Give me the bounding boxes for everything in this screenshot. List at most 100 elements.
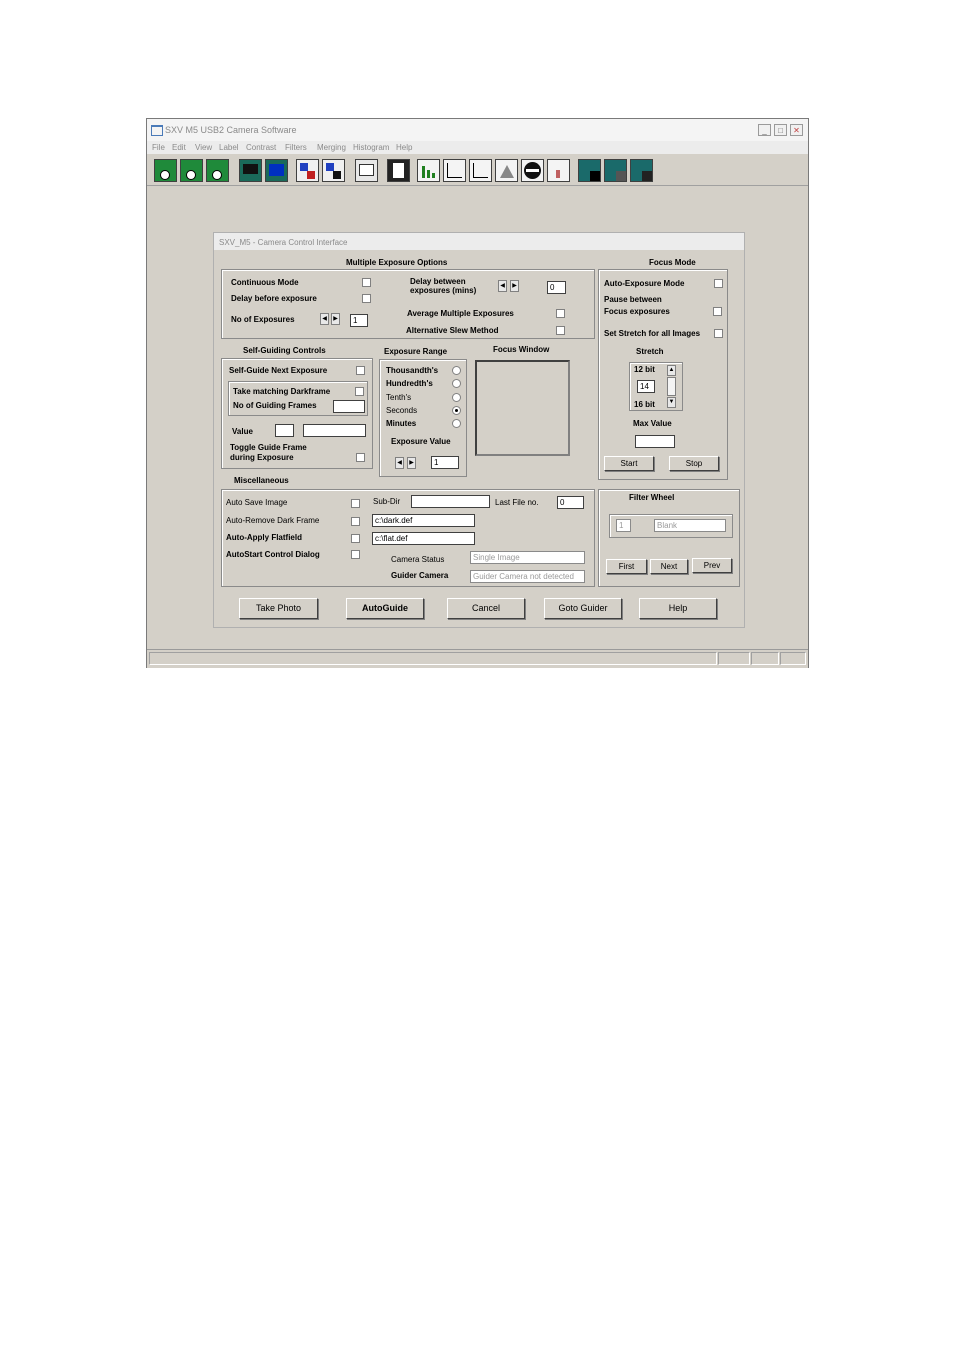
curve-icon[interactable] [443,159,466,182]
take-photo-button[interactable]: Take Photo [239,598,318,619]
tile-icon[interactable] [578,159,601,182]
toggle-guide-label: Toggle Guide Frame [230,443,307,452]
bit-depth-input[interactable]: 14 [637,380,655,393]
exposure-option-label: Hundredth's [386,379,433,388]
menu-label[interactable]: Label [219,143,239,152]
exposure-value-label: Exposure Value [391,437,451,446]
take-matching-label: Take matching Darkframe [233,387,331,396]
continuous-mode-label: Continuous Mode [231,278,299,287]
help-button[interactable]: Help [639,598,717,619]
close-icon[interactable]: ✕ [790,124,803,136]
exposure-value-input[interactable]: 1 [431,456,459,469]
average-multiple-checkbox[interactable] [556,309,565,318]
bit12-label: 12 bit [634,365,655,374]
menu-file[interactable]: File [152,143,165,152]
filter-position-field[interactable]: 1 [616,519,631,532]
gamma-curve-icon[interactable] [469,159,492,182]
cancel-button[interactable]: Cancel [447,598,525,619]
delay-increment-button[interactable]: ▶ [510,280,519,292]
filter-prev-button[interactable]: Prev [692,558,732,573]
toolbar [147,155,808,186]
monitor-blue-icon[interactable] [265,159,288,182]
start-button[interactable]: Start [604,456,654,471]
filter-first-button[interactable]: First [606,559,647,574]
circle-filter-icon[interactable] [521,159,544,182]
tile-icon[interactable] [630,159,653,182]
camera-download-icon[interactable] [206,159,229,182]
self-guide-next-checkbox[interactable] [356,366,365,375]
histogram-small-icon[interactable] [547,159,570,182]
title-bar: SXV M5 USB2 Camera Software _ □ ✕ [147,119,808,142]
tile-icon[interactable] [604,159,627,182]
set-stretch-checkbox[interactable] [714,329,723,338]
exposure-increment-button[interactable]: ▶ [407,457,416,469]
auto-exposure-checkbox[interactable] [714,279,723,288]
alt-slew-checkbox[interactable] [556,326,565,335]
filter-wheel-heading: Filter Wheel [629,493,675,502]
exposure-option-radio[interactable] [452,379,461,388]
filter-name-field[interactable]: Blank [654,519,726,532]
exposure-option-radio[interactable] [452,393,461,402]
stretch-label: Stretch [636,347,664,356]
menu-help[interactable]: Help [396,143,412,152]
peak-icon[interactable] [495,159,518,182]
no-of-exposures-input[interactable]: 1 [350,314,368,327]
delay-between-input[interactable]: 0 [547,281,566,294]
continuous-mode-checkbox[interactable] [362,278,371,287]
pause-between-checkbox[interactable] [713,307,722,316]
maximize-icon[interactable]: □ [774,124,787,136]
last-file-input[interactable]: 0 [557,496,584,509]
exposure-option-radio[interactable] [452,366,461,375]
autostart-label: AutoStart Control Dialog [226,550,320,559]
auto-remove-dark-checkbox[interactable] [351,517,360,526]
camera-download-icon[interactable] [180,159,203,182]
menu-bar: File Edit View Label Contrast Filters Me… [147,141,808,154]
menu-histogram[interactable]: Histogram [353,143,389,152]
guider-camera-label: Guider Camera [391,571,449,580]
menu-contrast[interactable]: Contrast [246,143,276,152]
auto-save-checkbox[interactable] [351,499,360,508]
exposure-option-radio-selected[interactable] [452,406,461,415]
value-input-small[interactable] [275,424,294,437]
document-grid-icon[interactable] [387,159,410,182]
sub-dir-input[interactable] [411,495,490,508]
average-multiple-label: Average Multiple Exposures [407,309,514,318]
delay-between-label: Delay between [410,277,466,286]
delay-before-checkbox[interactable] [362,294,371,303]
exposures-increment-button[interactable]: ▶ [331,313,340,325]
stretch-up-button[interactable]: ▲ [667,365,676,376]
filter-next-button[interactable]: Next [650,559,688,574]
exposure-option-label: Thousandth's [386,366,439,375]
exposure-option-radio[interactable] [452,419,461,428]
histogram-icon[interactable] [417,159,440,182]
stretch-track[interactable] [667,377,676,396]
menu-edit[interactable]: Edit [172,143,186,152]
camera-download-icon[interactable] [154,159,177,182]
auto-apply-flat-checkbox[interactable] [351,534,360,543]
delay-decrement-button[interactable]: ◀ [498,280,507,292]
document-text-icon[interactable] [355,159,378,182]
multiple-exposure-heading: Multiple Exposure Options [346,258,448,267]
stop-button[interactable]: Stop [669,456,719,471]
minimize-icon[interactable]: _ [758,124,771,136]
toggle-guide-checkbox[interactable] [356,453,365,462]
exposures-decrement-button[interactable]: ◀ [320,313,329,325]
export-image-icon[interactable] [322,159,345,182]
autostart-checkbox[interactable] [351,550,360,559]
guiding-frames-input[interactable] [333,400,365,413]
dark-file-input[interactable]: c:\dark.def [372,514,475,527]
toggle-guide-label-2: during Exposure [230,453,294,462]
max-value-input[interactable] [635,435,675,448]
stretch-down-button[interactable]: ▼ [667,397,676,408]
menu-filters[interactable]: Filters [285,143,307,152]
menu-view[interactable]: View [195,143,212,152]
import-image-icon[interactable] [296,159,319,182]
flat-file-input[interactable]: c:\flat.def [372,532,475,545]
autoguide-button[interactable]: AutoGuide [346,598,424,619]
goto-guider-button[interactable]: Goto Guider [544,598,622,619]
monitor-dark-icon[interactable] [239,159,262,182]
take-matching-checkbox[interactable] [355,387,364,396]
exposure-decrement-button[interactable]: ◀ [395,457,404,469]
value-input-large[interactable] [303,424,366,437]
menu-merging[interactable]: Merging [317,143,346,152]
